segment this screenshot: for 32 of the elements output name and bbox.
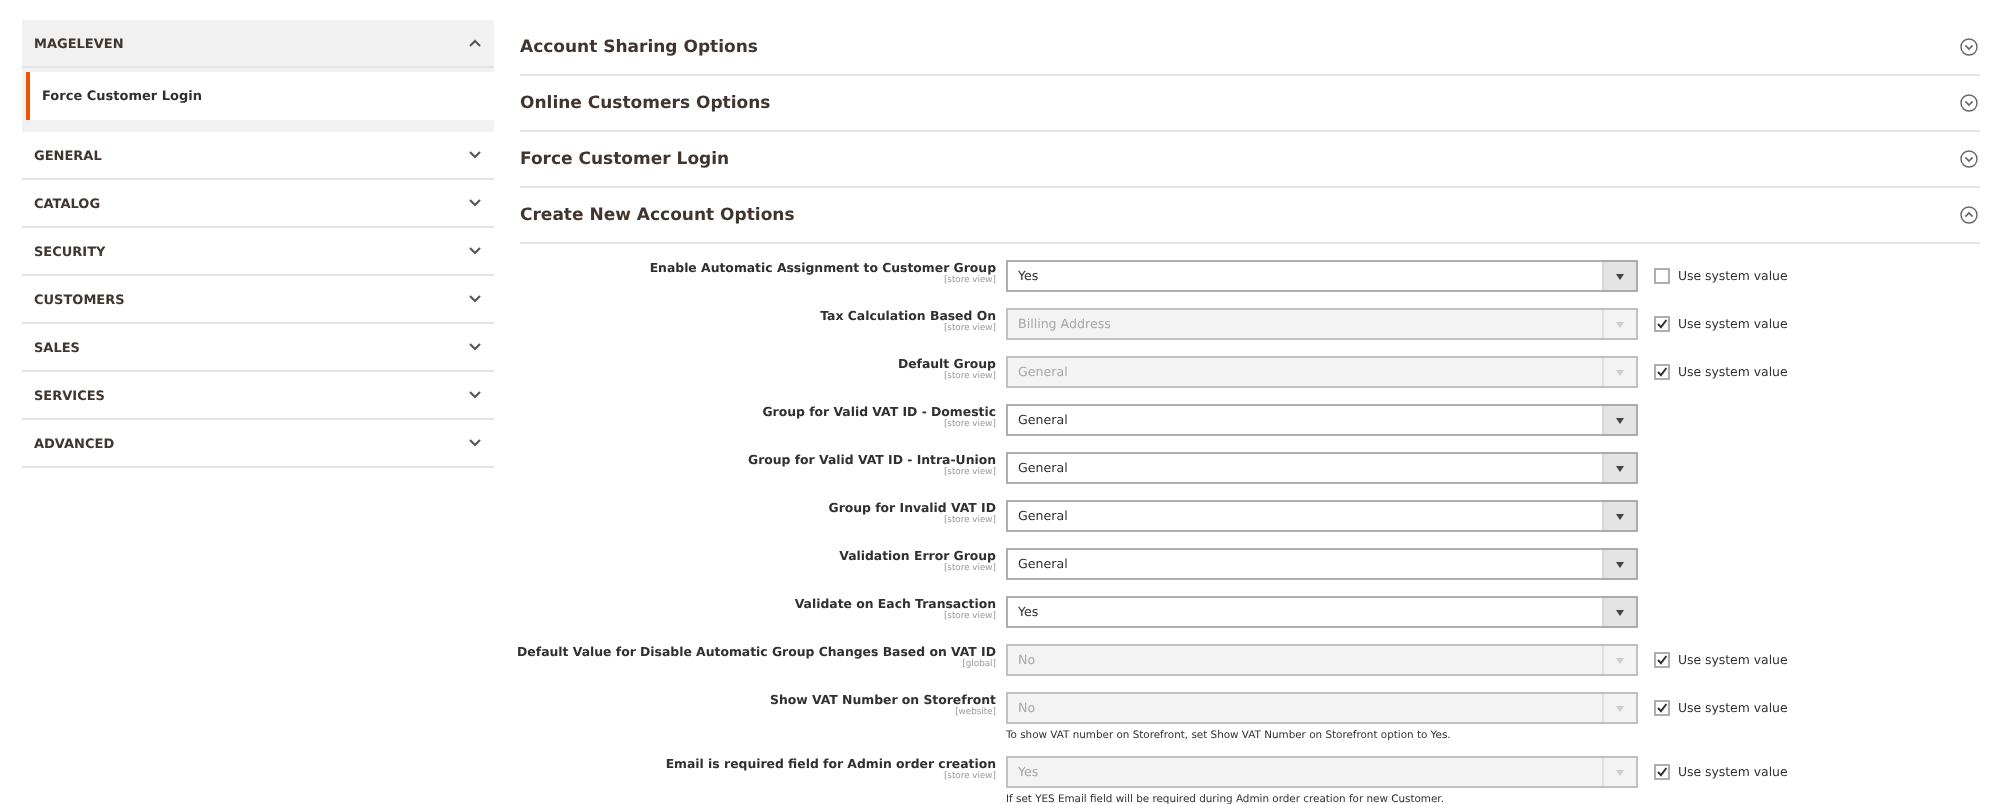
section-header[interactable]: Online Customers Options	[520, 76, 1980, 132]
dropdown-arrow-icon	[1616, 513, 1624, 519]
section-header[interactable]: Force Customer Login	[520, 132, 1980, 188]
section-title: Create New Account Options	[520, 205, 795, 225]
dropdown-arrow-icon	[1616, 465, 1624, 471]
expand-icon[interactable]	[1960, 94, 1978, 112]
dropdown-arrow-icon	[1616, 321, 1624, 327]
dropdown-arrow-icon	[1616, 705, 1624, 711]
dropdown-arrow-icon	[1616, 609, 1624, 615]
expand-icon[interactable]	[1960, 38, 1978, 56]
section-header[interactable]: Account Sharing Options	[520, 20, 1980, 76]
dropdown-arrow-icon	[1616, 769, 1624, 775]
chevron-down-icon	[468, 198, 482, 208]
chevron-up-icon	[468, 38, 482, 48]
expand-icon[interactable]	[1960, 150, 1978, 168]
chevron-down-icon	[468, 246, 482, 256]
dropdown-arrow-icon	[1616, 273, 1624, 279]
collapse-icon[interactable]	[1960, 206, 1978, 224]
section-title: Account Sharing Options	[520, 37, 758, 57]
dropdown-arrow-icon	[1616, 417, 1624, 423]
chevron-down-icon	[468, 342, 482, 352]
section-title: Online Customers Options	[520, 93, 771, 113]
dropdown-arrow-icon	[1616, 561, 1624, 567]
section-title: Force Customer Login	[520, 149, 730, 169]
chevron-down-icon	[468, 150, 482, 160]
chevron-down-icon	[468, 438, 482, 448]
dropdown-arrow-icon	[1616, 657, 1624, 663]
chevron-down-icon	[468, 390, 482, 400]
dropdown-arrow-icon	[1616, 369, 1624, 375]
checkbox[interactable]	[1654, 268, 1670, 284]
section-header[interactable]: Create New Account Options	[520, 188, 1980, 244]
chevron-down-icon	[468, 294, 482, 304]
